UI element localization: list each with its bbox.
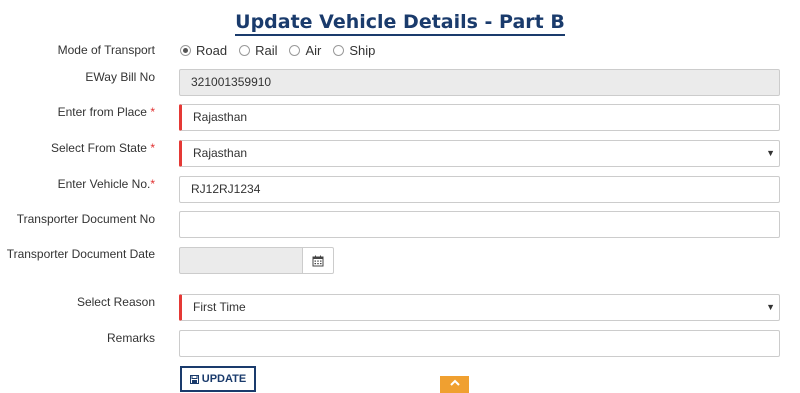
chevron-up-icon xyxy=(449,379,460,386)
from-place-label: Enter from Place * xyxy=(57,105,155,119)
eway-bill-label: EWay Bill No xyxy=(85,70,155,84)
transporter-doc-no-input[interactable] xyxy=(179,211,780,238)
vehicle-no-label: Enter Vehicle No.* xyxy=(57,177,155,191)
dropdown-arrow-icon: ▼ xyxy=(766,302,775,312)
transporter-doc-no-label: Transporter Document No xyxy=(16,212,155,226)
radio-rail[interactable]: Rail xyxy=(239,43,277,58)
radio-rail-label: Rail xyxy=(255,43,278,58)
from-state-label: Select From State * xyxy=(50,141,155,155)
radio-ship-button[interactable] xyxy=(333,45,345,56)
update-button[interactable]: UPDATE xyxy=(180,366,256,392)
radio-ship-label: Ship xyxy=(349,43,376,58)
radio-air-button[interactable] xyxy=(289,45,301,56)
update-button-label: UPDATE xyxy=(201,373,247,385)
reason-value: First Time xyxy=(193,300,246,314)
radio-ship[interactable]: Ship xyxy=(333,43,375,58)
vehicle-no-input[interactable]: RJ12RJ1234 xyxy=(179,176,780,203)
dropdown-arrow-icon: ▼ xyxy=(766,148,775,158)
remarks-label: Remarks xyxy=(106,331,155,345)
radio-road-button[interactable] xyxy=(180,45,191,56)
from-place-input[interactable]: Rajasthan xyxy=(179,104,780,131)
mode-radio-group: Road Rail Air Ship xyxy=(180,43,387,58)
scroll-top-button[interactable] xyxy=(440,376,469,393)
radio-road[interactable]: Road xyxy=(180,43,227,58)
eway-bill-field: 321001359910 xyxy=(179,69,780,96)
from-state-select[interactable]: Rajasthan ▼ xyxy=(179,140,780,167)
floppy-icon xyxy=(189,374,199,384)
reason-label: Select Reason xyxy=(76,295,155,309)
mode-of-transport-label: Mode of Transport xyxy=(57,43,155,57)
radio-road-label: Road xyxy=(196,43,228,58)
transporter-doc-date-input[interactable] xyxy=(179,247,303,274)
radio-air-label: Air xyxy=(305,43,322,58)
radio-air[interactable]: Air xyxy=(289,43,321,58)
calendar-button[interactable] xyxy=(302,247,334,274)
calendar-icon xyxy=(312,255,324,266)
from-state-value: Rajasthan xyxy=(193,146,248,160)
transporter-doc-date-label: Transporter Document Date xyxy=(6,247,155,261)
remarks-input[interactable] xyxy=(179,330,780,357)
page-title: Update Vehicle Details - Part B xyxy=(0,10,800,36)
reason-select[interactable]: First Time ▼ xyxy=(179,294,780,321)
radio-rail-button[interactable] xyxy=(239,45,251,56)
